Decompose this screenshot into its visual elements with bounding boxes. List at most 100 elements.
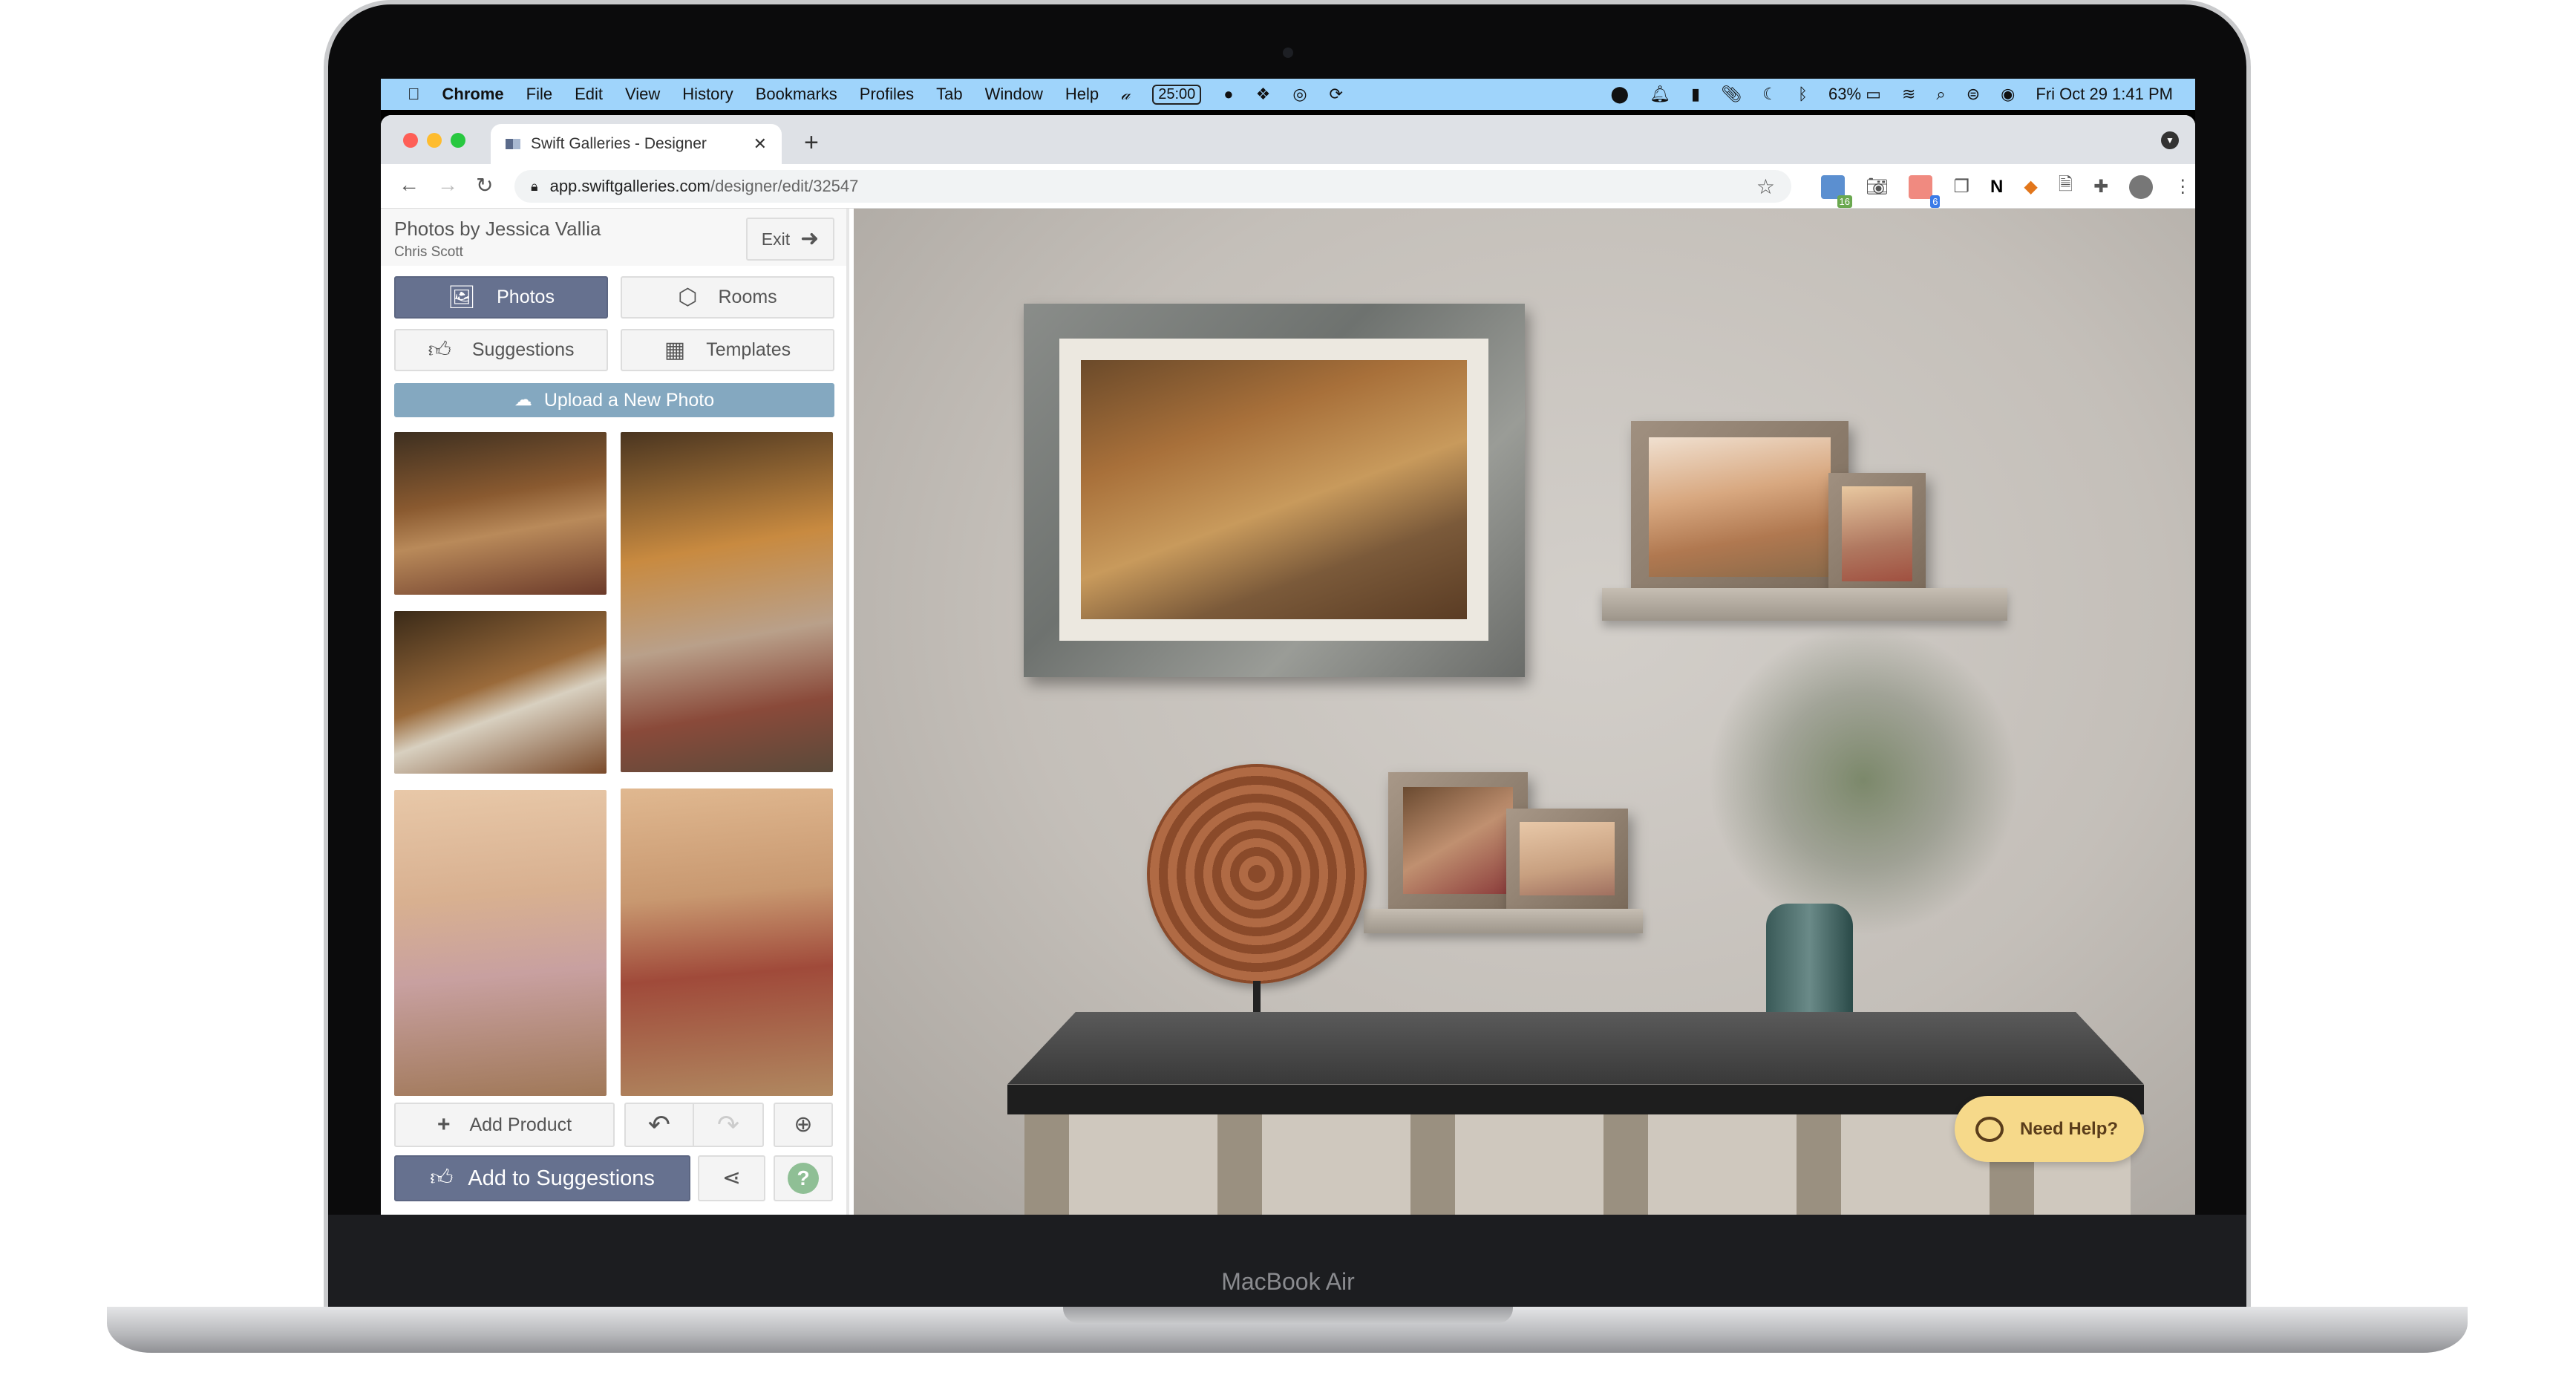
back-icon[interactable]: ← [399,173,419,197]
document-extension-icon[interactable]: 🗎 [2059,172,2073,202]
clock[interactable]: Fri Oct 29 1:41 PM [2036,85,2173,104]
close-tab-icon[interactable]: ✕ [753,134,767,154]
control-center-icon[interactable]: ⊜ [1967,85,1980,104]
forward-icon[interactable]: → [437,173,458,197]
status-area: ⬤ 🔔︎ ▮ 📎︎ ☾ ᛒ 63% ▭ ≋ ⌕ ⊜ ◉ Fri Oct 29 1… [1610,79,2173,110]
undo-icon: ↶ [647,1109,671,1140]
dropbox-icon[interactable]: ❖ [1256,85,1271,104]
status-circle-icon[interactable]: ⬤ [1610,85,1629,104]
menu-file[interactable]: File [526,85,552,104]
photo-thumbnail[interactable] [394,790,607,1096]
exit-button[interactable]: Exit ➜ [746,218,834,261]
sign-out-icon: ➜ [800,226,820,251]
image-icon: 🖼︎ [448,284,477,310]
small-shelf-frame[interactable] [1828,473,1926,595]
menu-history[interactable]: History [682,85,733,104]
maximize-window-button[interactable] [451,133,465,148]
evernote-icon[interactable]: ● [1223,85,1233,104]
sidebar-header: Photos by Jessica Vallia Chris Scott Exi… [381,209,846,266]
upload-photo-button[interactable]: ☁ Upload a New Photo [394,383,834,417]
tab-rooms[interactable]: ⬡ Rooms [621,276,834,319]
menu-view[interactable]: View [625,85,660,104]
tab-label: Rooms [718,287,777,307]
large-frame[interactable] [1024,304,1525,677]
menu-help[interactable]: Help [1065,85,1099,104]
photo-thumbnail[interactable] [621,789,833,1096]
share-button[interactable]: ⋖ [698,1155,765,1201]
upload-label: Upload a New Photo [543,389,715,411]
menu-tab[interactable]: Tab [936,85,962,104]
menu-app[interactable]: Chrome [442,85,504,104]
grid-icon: ▦ [664,337,686,362]
menu-bookmarks[interactable]: Bookmarks [756,85,837,104]
apple-icon[interactable]:  [408,85,420,104]
plant-foliage [1707,624,2019,936]
tab-search-button[interactable]: ▼ [2161,131,2179,149]
undo-button[interactable]: ↶ [624,1103,694,1147]
grid-icon[interactable]: ▮ [1691,85,1700,104]
lower-frame-right[interactable] [1506,809,1628,909]
add-product-button[interactable]: + Add Product [394,1103,615,1147]
zoom-in-button[interactable]: ⊕ [774,1103,833,1147]
new-tab-button[interactable]: + [804,128,819,157]
menu-window[interactable]: Window [985,85,1043,104]
room-canvas[interactable]: Need Help? [854,209,2195,1215]
tab-suggestions[interactable]: 👍︎ Suggestions [394,329,608,371]
timer[interactable]: 25:00 [1152,84,1202,105]
spotlight-icon[interactable]: ⌕ [1936,85,1945,104]
paperclip-icon[interactable]: 📎︎ [1721,85,1742,104]
browser-menu-icon[interactable]: ⋮ [2174,176,2191,197]
notion-extension-icon[interactable]: N [1990,177,2003,197]
close-window-button[interactable] [403,133,418,148]
bookmark-star-icon[interactable]: ☆ [1756,174,1775,199]
tab-label: Suggestions [471,339,575,360]
photo-thumbnail[interactable] [621,432,833,772]
add-product-label: Add Product [469,1114,572,1135]
framed-photo [1649,437,1831,577]
wifi-icon[interactable]: ≋ [1902,85,1915,104]
need-help-button[interactable]: Need Help? [1955,1096,2144,1162]
url-host: app.swiftgalleries.com [549,177,711,195]
moon-icon[interactable]: ☾ [1762,85,1777,104]
metamask-extension-icon[interactable]: ◆ [2024,176,2037,197]
photo-thumbnail[interactable] [394,432,607,595]
add-to-suggestions-button[interactable]: 👍︎ Add to Suggestions [394,1155,690,1201]
minimize-window-button[interactable] [427,133,442,148]
puzzle-extensions-icon[interactable]: ✚ [2093,176,2108,197]
shelf-frame[interactable] [1631,421,1848,595]
bluetooth-icon[interactable]: ᛒ [1798,85,1808,104]
lock-icon: 🔒︎ [531,178,538,194]
redo-button[interactable]: ↷ [693,1103,764,1147]
tab-title: Swift Galleries - Designer [531,135,707,152]
cloud-upload-icon: ☁ [514,390,532,410]
reload-icon[interactable]: ↻ [476,173,493,197]
tab-label: Templates [706,339,791,360]
sync-icon[interactable]: ⟳ [1330,85,1343,104]
bell-icon[interactable]: 🔔︎ [1650,85,1670,104]
onepassword-icon[interactable]: ◎ [1292,85,1307,104]
photo-thumbnail[interactable] [394,611,607,774]
tab-templates[interactable]: ▦ Templates [621,329,834,371]
menu-profiles[interactable]: Profiles [860,85,914,104]
tab-swift-galleries[interactable]: Swift Galleries - Designer ✕ [491,124,782,164]
page-content: Photos by Jessica Vallia Chris Scott Exi… [381,209,2195,1215]
menu-edit[interactable]: Edit [575,85,603,104]
address-bar[interactable]: 🔒︎ app.swiftgalleries.com/designer/edit/… [514,170,1791,203]
help-button[interactable]: ? [774,1155,833,1201]
extensions-bar: 16 📷︎ 6 ❐ N ◆ 🗎 ✚ ⋮ [1821,172,2191,208]
signature-icon[interactable]: 𝒶 [1121,85,1130,104]
designer-sidebar: Photos by Jessica Vallia Chris Scott Exi… [381,209,849,1215]
battery[interactable]: 63% ▭ [1828,85,1881,104]
camera-extension-icon[interactable]: 📷︎ [1866,176,1888,197]
framed-photo [1520,822,1615,895]
profile-avatar[interactable] [2129,174,2154,199]
zoom-in-icon: ⊕ [794,1112,813,1137]
devtools-extension-icon[interactable]: 16 [1821,174,1852,208]
carved-medallion-decor[interactable] [1147,764,1367,984]
siri-icon[interactable]: ◉ [2001,85,2015,104]
device-brand: MacBook Air [1221,1268,1355,1295]
copy-extension-icon[interactable]: ❐ [1953,176,1969,197]
arrow-extension-icon[interactable]: 6 [1909,174,1941,208]
thumbs-up-icon: 👍︎ [430,1166,454,1190]
tab-photos[interactable]: 🖼︎ Photos [394,276,608,319]
